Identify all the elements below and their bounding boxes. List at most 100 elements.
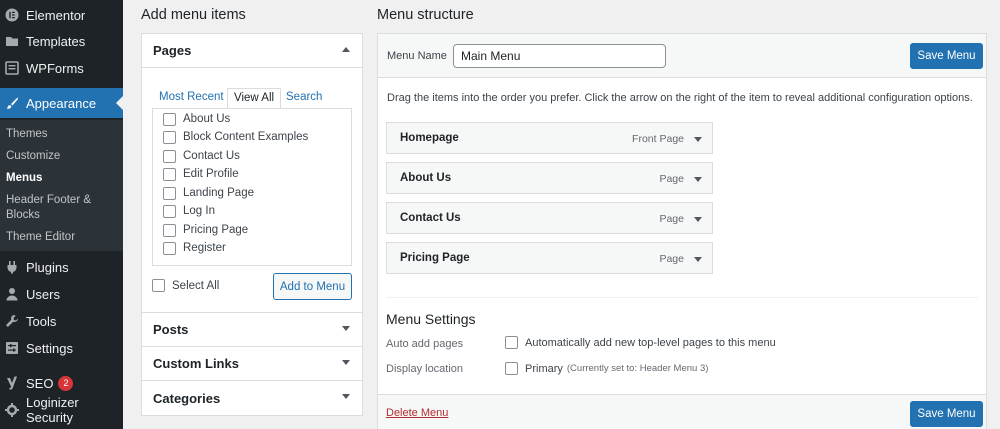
- section-divider: [386, 297, 978, 298]
- sidebar-item-label: Templates: [26, 33, 86, 49]
- elementor-icon: [5, 8, 19, 22]
- sidebar-item-users[interactable]: Users: [0, 281, 123, 307]
- expand-arrow-icon[interactable]: [342, 326, 350, 331]
- page-checkbox[interactable]: [163, 112, 176, 126]
- sidebar-item-label: Appearance: [26, 95, 97, 111]
- auto-add-option-label: Automatically add new top-level pages to…: [525, 336, 776, 349]
- auto-add-checkbox[interactable]: [505, 336, 518, 349]
- select-all-checkbox[interactable]: [152, 279, 165, 292]
- yoast-icon: [5, 376, 19, 390]
- sidebar-item-label: Elementor: [26, 7, 86, 23]
- drag-instructions: Drag the items into the order you prefer…: [387, 92, 973, 104]
- settings-icon: [5, 341, 19, 355]
- accordion-title: Categories: [153, 390, 221, 406]
- menu-item-type: Page: [659, 253, 684, 265]
- sidebar-item-label: SEO: [26, 375, 54, 391]
- menu-item-type: Page: [659, 213, 684, 225]
- sidebar-item-label: Tools: [26, 313, 57, 329]
- add-to-menu-button[interactable]: Add to Menu: [273, 273, 352, 300]
- sidebar-item-elementor[interactable]: Elementor: [0, 2, 123, 28]
- sidebar-item-label: Users: [26, 286, 60, 302]
- sidebar-item-loginizer[interactable]: Loginizer Security: [0, 395, 123, 425]
- collapse-arrow-icon[interactable]: [342, 47, 350, 52]
- page-checkbox[interactable]: [163, 186, 176, 200]
- sidebar-item-wpforms[interactable]: WPForms: [0, 55, 123, 81]
- auto-add-label: Auto add pages: [386, 338, 464, 350]
- submenu-header-footer[interactable]: Header Footer &: [6, 193, 91, 207]
- menu-structure-panel: Menu Name Save Menu Drag the items into …: [377, 33, 987, 429]
- page-label: Register: [183, 242, 226, 254]
- sidebar-item-label: Settings: [26, 340, 73, 356]
- accordion-title: Custom Links: [153, 356, 239, 371]
- save-menu-button[interactable]: Save Menu: [910, 43, 983, 69]
- seo-notification-badge: 2: [58, 375, 74, 391]
- menu-name-label: Menu Name: [387, 50, 447, 62]
- menu-item-row[interactable]: About Us Page: [386, 162, 713, 194]
- add-menu-items-panel: Pages Most Recent View All Search About …: [141, 33, 363, 416]
- page-checkbox[interactable]: [163, 204, 176, 218]
- page-label: Pricing Page: [183, 224, 249, 236]
- page-checkbox[interactable]: [163, 241, 176, 255]
- sidebar-item-settings[interactable]: Settings: [0, 335, 123, 361]
- menu-item-title: About Us: [400, 172, 452, 184]
- list-item: Contact Us: [163, 148, 240, 164]
- list-item: About Us: [163, 111, 230, 127]
- submenu-menus[interactable]: Menus: [6, 171, 42, 185]
- sidebar-item-seo[interactable]: SEO 2: [0, 370, 123, 396]
- wrench-icon: [5, 314, 19, 328]
- menu-item-title: Contact Us: [400, 212, 461, 224]
- page-checkbox[interactable]: [163, 167, 176, 181]
- expand-arrow-icon[interactable]: [694, 177, 702, 182]
- page-label: Block Content Examples: [183, 131, 309, 143]
- menu-item-row[interactable]: Homepage Front Page: [386, 122, 713, 154]
- page-label: About Us: [183, 113, 231, 125]
- expand-arrow-icon[interactable]: [694, 217, 702, 222]
- menu-name-input[interactable]: [453, 44, 666, 68]
- tab-search[interactable]: Search: [280, 88, 328, 109]
- save-menu-button-bottom[interactable]: Save Menu: [910, 401, 983, 427]
- expand-arrow-icon[interactable]: [342, 394, 350, 399]
- menu-item-row[interactable]: Contact Us Page: [386, 202, 713, 234]
- tab-view-all[interactable]: View All: [227, 88, 282, 109]
- add-menu-items-heading: Add menu items: [141, 7, 246, 23]
- submenu-theme-editor[interactable]: Theme Editor: [6, 230, 75, 244]
- accordion-title: Pages: [153, 43, 192, 58]
- page-checkbox[interactable]: [163, 130, 176, 144]
- folder-icon: [5, 34, 19, 48]
- menu-item-title: Homepage: [400, 132, 459, 144]
- sidebar-item-label: Plugins: [26, 259, 69, 275]
- accordion-pages-header[interactable]: Pages: [142, 34, 362, 68]
- select-all-control: Select All: [152, 279, 219, 292]
- list-item: Log In: [163, 203, 215, 219]
- delete-menu-link[interactable]: Delete Menu: [386, 407, 448, 419]
- menu-item-title: Pricing Page: [400, 252, 470, 264]
- accordion-custom-links-header[interactable]: Custom Links: [142, 347, 362, 381]
- tab-most-recent[interactable]: Most Recent: [153, 88, 230, 109]
- expand-arrow-icon[interactable]: [342, 360, 350, 365]
- accordion-categories-header[interactable]: Categories: [142, 381, 362, 415]
- submenu-customize[interactable]: Customize: [6, 149, 60, 163]
- menu-item-type: Page: [659, 173, 684, 185]
- accordion-title: Posts: [153, 322, 189, 337]
- wpforms-icon: [5, 61, 19, 75]
- sidebar-item-appearance[interactable]: Appearance: [0, 88, 123, 118]
- sidebar-item-plugins[interactable]: Plugins: [0, 254, 123, 280]
- sidebar-item-templates[interactable]: Templates: [0, 28, 123, 54]
- submenu-themes[interactable]: Themes: [6, 127, 48, 141]
- admin-sidebar: Elementor Templates WPForms Appearance T…: [0, 0, 123, 429]
- current-location-note: (Currently set to: Header Menu 3): [566, 363, 709, 374]
- list-item: Block Content Examples: [163, 129, 308, 145]
- page-checkbox[interactable]: [163, 149, 176, 163]
- plugin-icon: [5, 260, 19, 274]
- accordion-posts-header[interactable]: Posts: [142, 313, 362, 347]
- expand-arrow-icon[interactable]: [694, 137, 702, 142]
- menu-item-row[interactable]: Pricing Page Page: [386, 242, 713, 274]
- appearance-submenu: Themes Customize Menus Header Footer & B…: [0, 120, 123, 251]
- submenu-header-footer-line2[interactable]: Blocks: [6, 208, 40, 222]
- primary-location-checkbox[interactable]: [505, 362, 518, 375]
- menu-footer-bar: Delete Menu Save Menu: [378, 394, 986, 429]
- page-checkbox[interactable]: [163, 223, 176, 237]
- expand-arrow-icon[interactable]: [694, 257, 702, 262]
- sidebar-item-tools[interactable]: Tools: [0, 308, 123, 334]
- display-location-option: Primary (Currently set to: Header Menu 3…: [505, 362, 708, 375]
